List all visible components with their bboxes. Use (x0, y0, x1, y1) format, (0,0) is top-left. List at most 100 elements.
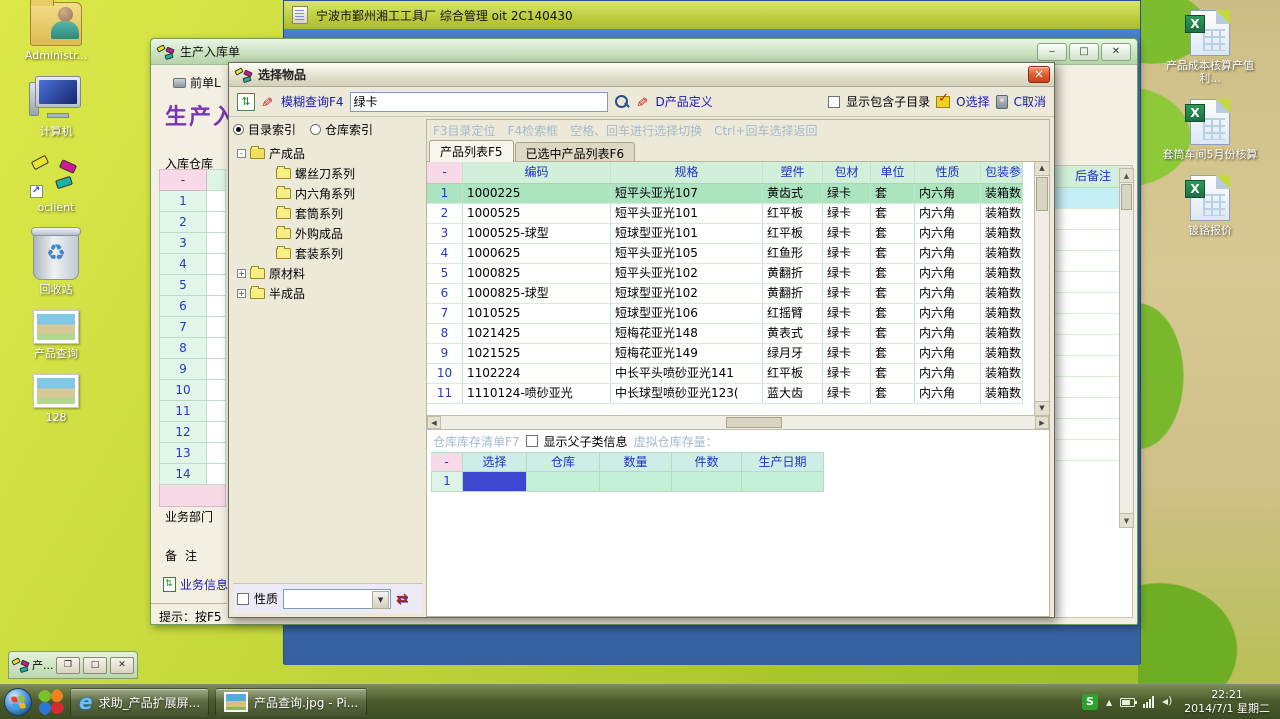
start-button[interactable] (4, 688, 32, 716)
warehouse-index-radio[interactable] (310, 124, 321, 135)
product-table-row[interactable]: 51000825短平头亚光102黄翻折绿卡套内六角装箱数: (427, 264, 1049, 284)
refresh-icon[interactable]: ⇅ (237, 93, 255, 111)
search-input[interactable] (350, 92, 608, 112)
entry-grid-row[interactable]: 5 (159, 275, 226, 296)
entry-grid-row[interactable]: 7 (159, 317, 226, 338)
dialog-titlebar[interactable]: 选择物品 ✕ (229, 63, 1054, 87)
scroll-right-icon[interactable]: ▶ (1035, 416, 1049, 429)
battery-icon[interactable] (1120, 698, 1135, 707)
product-table-row[interactable]: 21000525短平头亚光101红平板绿卡套内六角装箱数: (427, 204, 1049, 224)
product-table-row[interactable]: 11000225短平头亚光107黄齿式绿卡套内六角装箱数: (427, 184, 1049, 204)
product-table-row[interactable]: 41000625短平头亚光105红鱼形绿卡套内六角装箱数: (427, 244, 1049, 264)
product-table-row[interactable]: 31000525-球型短球型亚光101红平板绿卡套内六角装箱数: (427, 224, 1049, 244)
directory-index-radio[interactable] (233, 124, 244, 135)
scroll-down-icon[interactable]: ▼ (1035, 401, 1049, 415)
network-signal-icon[interactable] (1143, 696, 1154, 708)
desktop-icon-image[interactable]: 128 (33, 374, 79, 424)
scroll-up-icon[interactable]: ▲ (1035, 162, 1049, 176)
entry-grid-row[interactable]: 1 (159, 191, 226, 212)
desktop-icon-excel-file[interactable]: X镀铬报价 (1188, 175, 1232, 237)
task-ie-window[interactable]: e 求助_产品扩展屏... (70, 688, 209, 716)
min-strip-maximize-button[interactable]: □ (83, 657, 107, 674)
show-parent-child-checkbox[interactable] (526, 435, 538, 447)
min-strip-restore-button[interactable]: ❐ (56, 657, 80, 674)
product-table-row[interactable]: 101102224中长平头喷砂亚光141红平板绿卡套内六角装箱数: (427, 364, 1049, 384)
desktop-icon-admin[interactable]: Administr... (25, 2, 87, 62)
scroll-thumb[interactable] (1036, 177, 1048, 211)
scroll-up-icon[interactable]: ▲ (1120, 169, 1133, 183)
cancel-icon (996, 95, 1008, 109)
tree-item[interactable]: -产成品 (233, 143, 425, 163)
cancel-button[interactable]: C取消 (1014, 93, 1046, 110)
prev-order-button[interactable]: 前单L (173, 74, 221, 91)
tree-item[interactable]: 套装系列 (233, 243, 425, 263)
tray-app-icon[interactable]: S (1082, 694, 1098, 710)
desktop-icon-image[interactable]: 产品查询 (33, 310, 79, 360)
product-define-pen-icon (636, 94, 650, 110)
tab-product-list[interactable]: 产品列表F5 (429, 140, 514, 162)
desktop-icon-excel-file[interactable]: X套筒车间5月份核算 (1163, 99, 1258, 161)
fuzzy-search-label[interactable]: 模糊查询F4 (281, 93, 344, 110)
scroll-thumb[interactable] (1121, 184, 1132, 210)
tree-item[interactable]: 外购成品 (233, 223, 425, 243)
entry-vertical-scrollbar[interactable]: ▲ ▼ (1119, 168, 1134, 528)
entry-grid-row[interactable]: 6 (159, 296, 226, 317)
main-titlebar[interactable]: 宁波市鄞州湘工工具厂 综合管理 oit 2C140430 (284, 1, 1140, 29)
product-table-row[interactable]: 71010525短球型亚光106红摇臂绿卡套内六角装箱数: (427, 304, 1049, 324)
entry-grid-row[interactable]: 9 (159, 359, 226, 380)
product-table-row[interactable]: 91021525短梅花亚光149绿月牙绿卡套内六角装箱数: (427, 344, 1049, 364)
dialog-close-button[interactable]: ✕ (1028, 66, 1050, 83)
entry-grid-row[interactable]: 12 (159, 422, 226, 443)
entry-grid-row[interactable]: 11 (159, 401, 226, 422)
select-button[interactable]: O选择 (956, 93, 989, 110)
tree-item[interactable]: 内六角系列 (233, 183, 425, 203)
nature-checkbox[interactable] (237, 593, 249, 605)
product-define-link[interactable]: D产品定义 (656, 93, 713, 110)
pinned-app-icon[interactable] (38, 689, 64, 715)
business-info-link[interactable]: 业务信息 (163, 576, 228, 593)
desktop-icon-computer[interactable]: 计算机 (29, 76, 83, 138)
product-table-row[interactable]: 111110124-喷砂亚光中长球型喷砂亚光123(蓝大齿绿卡套内六角装箱数: (427, 384, 1049, 404)
minimized-window-strip[interactable]: 产... ❐ □ ✕ (8, 651, 138, 679)
tree-item[interactable]: 套筒系列 (233, 203, 425, 223)
min-strip-close-button[interactable]: ✕ (110, 657, 134, 674)
tree-item[interactable]: 螺丝刀系列 (233, 163, 425, 183)
task-image-viewer[interactable]: 产品查询.jpg - Pi... (215, 688, 367, 716)
desktop-icon-oclient[interactable]: oclient (30, 152, 82, 214)
desktop-icon-recycle[interactable]: 回收站 (33, 228, 79, 296)
entry-grid-row[interactable]: 13 (159, 443, 226, 464)
entry-grid-row[interactable]: 2 (159, 212, 226, 233)
tree-item[interactable]: +半成品 (233, 283, 425, 303)
entry-maximize-button[interactable]: □ (1069, 43, 1099, 61)
folder-icon (276, 248, 291, 259)
scroll-down-icon[interactable]: ▼ (1120, 513, 1133, 527)
entry-minimize-button[interactable]: ‒ (1037, 43, 1067, 61)
entry-grid-row[interactable]: 4 (159, 254, 226, 275)
tree-expand-icon[interactable]: + (237, 289, 246, 298)
entry-grid-row[interactable]: 3 (159, 233, 226, 254)
search-icon[interactable] (614, 94, 630, 110)
stock-table-row[interactable]: 1 (431, 472, 1049, 492)
tree-expand-icon[interactable]: - (237, 149, 246, 158)
volume-icon[interactable] (1162, 696, 1176, 708)
swap-arrows-icon[interactable]: ⇄ (396, 591, 408, 607)
scroll-left-icon[interactable]: ◀ (427, 416, 441, 429)
include-subdir-checkbox[interactable] (828, 96, 840, 108)
product-table-hscrollbar[interactable]: ◀ ▶ (427, 416, 1049, 430)
stock-selected-cell[interactable] (463, 472, 527, 492)
tree-item[interactable]: +原材料 (233, 263, 425, 283)
product-table-row[interactable]: 61000825-球型短球型亚光102黄翻折绿卡套内六角装箱数: (427, 284, 1049, 304)
entry-close-button[interactable]: ✕ (1101, 43, 1131, 61)
product-table-row[interactable]: 81021425短梅花亚光148黄表式绿卡套内六角装箱数: (427, 324, 1049, 344)
entry-grid-row[interactable]: 14 (159, 464, 226, 485)
tab-selected-products[interactable]: 已选中产品列表F6 (515, 142, 636, 161)
scroll-thumb[interactable] (726, 417, 782, 428)
desktop-icon-excel-file[interactable]: X产品成本核算产值利... (1160, 10, 1260, 85)
nature-dropdown[interactable] (283, 589, 391, 609)
entry-grid-row[interactable]: 8 (159, 338, 226, 359)
product-table-vscrollbar[interactable]: ▲ ▼ (1034, 162, 1049, 415)
tree-expand-icon[interactable]: + (237, 269, 246, 278)
entry-grid-row[interactable]: 10 (159, 380, 226, 401)
taskbar-clock[interactable]: 22:21 2014/7/1 星期二 (1184, 688, 1270, 716)
tray-expand-icon[interactable]: ▲ (1106, 698, 1112, 707)
